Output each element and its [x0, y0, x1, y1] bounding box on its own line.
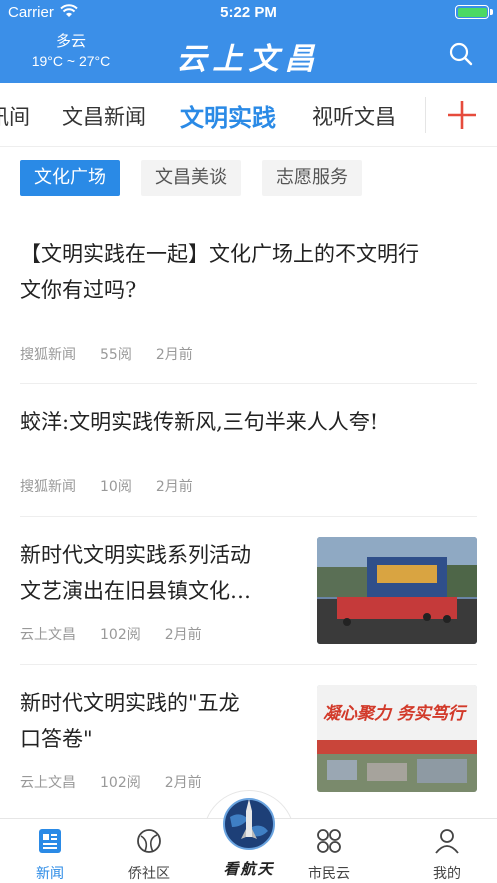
- tab-news[interactable]: 新闻: [10, 819, 90, 883]
- tab-watch-aerospace[interactable]: 看航天: [203, 858, 295, 879]
- sub-tabs: 文化广场 文昌美谈 志愿服务: [0, 160, 497, 196]
- tab-civilization-practice[interactable]: 文明实践: [180, 98, 276, 133]
- subtab-volunteer-service[interactable]: 志愿服务: [262, 160, 362, 196]
- list-item[interactable]: 蛟洋:文明实践传新风,三句半来人人夸! 搜狐新闻 10阅 2月前: [20, 404, 477, 517]
- tab-profile[interactable]: 我的: [407, 819, 487, 883]
- add-channel-button[interactable]: [425, 83, 497, 146]
- tab-audiovisual[interactable]: 视听文昌: [312, 101, 396, 131]
- article-reads: 102阅: [100, 775, 141, 791]
- article-time: 2月前: [164, 775, 202, 791]
- tab-citizen-cloud[interactable]: 市民云: [289, 819, 369, 883]
- subtab-wenchang-stories[interactable]: 文昌美谈: [141, 160, 241, 196]
- article-title: 【文明实践在一起】文化广场上的不文明行 文你有过吗?: [20, 242, 419, 302]
- battery-icon: [455, 5, 489, 19]
- article-meta: 云上文昌 102阅 2月前: [20, 772, 226, 792]
- search-icon[interactable]: [449, 42, 473, 66]
- divider: [425, 97, 426, 133]
- tab-news-partial[interactable]: 讯间: [0, 101, 30, 131]
- article-meta: 搜狐新闻 10阅 2月前: [20, 476, 217, 496]
- article-time: 2月前: [155, 347, 193, 363]
- article-reads: 10阅: [100, 479, 132, 495]
- battery-tip: [490, 9, 493, 15]
- article-thumbnail: 凝心聚力 务实笃行: [317, 685, 477, 792]
- list-item[interactable]: 【文明实践在一起】文化广场上的不文明行 文你有过吗? 搜狐新闻 55阅 2月前: [20, 236, 477, 384]
- tab-label: 新闻: [36, 866, 64, 882]
- status-clock: 5:22 PM: [220, 4, 277, 21]
- article-source: 搜狐新闻: [20, 347, 76, 363]
- channel-tabs: 讯间 文昌新闻 文明实践 视听文昌: [0, 83, 497, 147]
- article-meta: 云上文昌 102阅 2月前: [20, 624, 226, 644]
- article-reads: 55阅: [100, 347, 132, 363]
- article-time: 2月前: [155, 479, 193, 495]
- plus-icon: [448, 101, 476, 129]
- tab-label: 我的: [433, 866, 461, 882]
- tab-wenchang-news[interactable]: 文昌新闻: [62, 101, 146, 131]
- globe-rocket-icon[interactable]: [222, 797, 276, 851]
- tab-label: 侨社区: [128, 866, 170, 882]
- app-brand-title: 云上文昌: [176, 42, 321, 77]
- user-icon: [435, 829, 459, 854]
- grid-icon: [317, 829, 341, 853]
- subtab-culture-square[interactable]: 文化广场: [20, 160, 120, 196]
- article-source: 云上文昌: [20, 627, 76, 643]
- list-item[interactable]: 新时代文明实践系列活动 文艺演出在旧县镇文化… 云上文昌 102阅 2月前: [20, 517, 477, 665]
- article-title: 新时代文明实践系列活动 文艺演出在旧县镇文化…: [20, 543, 251, 603]
- community-icon: [137, 829, 161, 853]
- article-thumbnail: [317, 537, 477, 644]
- banner-slogan: 凝心聚力 务实笃行: [323, 704, 468, 724]
- article-title: 蛟洋:文明实践传新风,三句半来人人夸!: [20, 410, 379, 434]
- tab-overseas-community[interactable]: 侨社区: [109, 819, 189, 883]
- article-time: 2月前: [164, 627, 202, 643]
- article-reads: 102阅: [100, 627, 141, 643]
- article-source: 搜狐新闻: [20, 479, 76, 495]
- article-source: 云上文昌: [20, 775, 76, 791]
- tab-label: 市民云: [308, 866, 350, 882]
- status-bar: Carrier 5:22 PM: [0, 0, 497, 26]
- app-header: Carrier 5:22 PM 多云 19°C ~ 27°C 云上文昌: [0, 0, 497, 83]
- article-meta: 搜狐新闻 55阅 2月前: [20, 344, 217, 364]
- list-item[interactable]: 新时代文明实践的"五龙 口答卷" 云上文昌 102阅 2月前 凝心聚力 务实笃行: [20, 665, 477, 810]
- article-title: 新时代文明实践的"五龙 口答卷": [20, 691, 240, 751]
- news-icon: [39, 829, 61, 853]
